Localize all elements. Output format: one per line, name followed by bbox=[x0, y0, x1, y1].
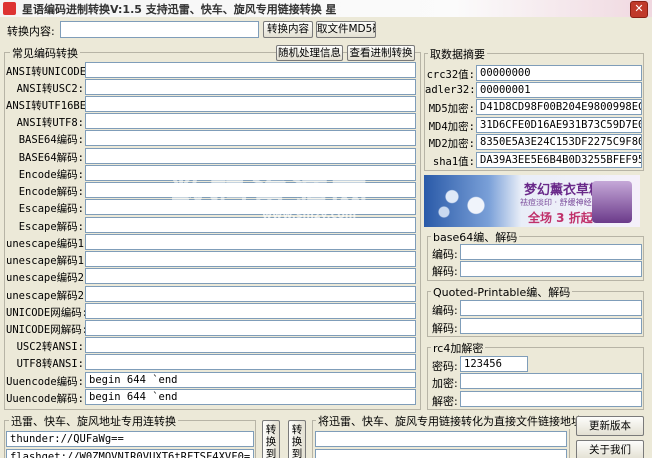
base64-decode-label: 解码: bbox=[432, 265, 458, 278]
qp-encode-field[interactable] bbox=[460, 300, 642, 316]
encoding-row-label: unescape解码1: bbox=[6, 255, 91, 267]
bottle-image bbox=[592, 181, 632, 223]
encoding-row-field[interactable] bbox=[85, 130, 416, 146]
digest-row-label: sha1值: bbox=[432, 156, 475, 168]
digest-row-field[interactable]: D41D8CD98F00B204E9800998ECF8427E bbox=[476, 99, 642, 115]
rc4-encrypt-label: 加密: bbox=[432, 377, 458, 390]
encoding-row-field[interactable] bbox=[85, 286, 416, 302]
encoding-row-field[interactable] bbox=[85, 113, 416, 129]
encoding-row-label: BASE64解码: bbox=[18, 152, 84, 164]
encoding-row-field[interactable] bbox=[85, 251, 416, 267]
thunder-title: 迅雷、快车、旋风地址专用连转换 bbox=[9, 413, 178, 429]
encoding-row-field[interactable] bbox=[85, 337, 416, 353]
quoted-printable-title: Quoted-Printable编、解码 bbox=[431, 284, 573, 300]
encoding-row-label: Uuencode解码: bbox=[6, 393, 84, 405]
encoding-row-label: ANSI转UTF16BE: bbox=[6, 100, 93, 112]
base64-title: base64编、解码 bbox=[431, 229, 520, 245]
qp-encode-label: 编码: bbox=[432, 304, 458, 317]
qp-decode-label: 解码: bbox=[432, 322, 458, 335]
digest-row-label: crc32值: bbox=[426, 69, 475, 81]
encoding-row-field[interactable]: begin 644 `end bbox=[85, 389, 416, 405]
to-special-button[interactable]: 转换到专用 bbox=[262, 420, 280, 458]
app-window: 星语编码进制转换V:1.5 支持迅雷、快车、旋风专用链接转换 星 ✕ 转换内容:… bbox=[0, 0, 652, 458]
digest-row-label: MD2加密: bbox=[428, 138, 475, 150]
encoding-row-label: ANSI转UTF8: bbox=[16, 117, 84, 129]
encoding-row-field[interactable] bbox=[85, 79, 416, 95]
encoding-row-label: Escape编码: bbox=[18, 203, 84, 215]
encoding-row-field[interactable] bbox=[85, 148, 416, 164]
digest-row-label: adler32: bbox=[425, 84, 476, 96]
base64-encode-label: 编码: bbox=[432, 248, 458, 261]
encoding-row-label: ANSI转USC2: bbox=[16, 83, 84, 95]
encoding-row-label: UNICODE网编码: bbox=[6, 307, 89, 319]
digest-row-field[interactable]: 00000000 bbox=[476, 65, 642, 81]
encoding-row-label: unescape编码2: bbox=[6, 272, 91, 284]
encoding-row-field[interactable] bbox=[85, 62, 416, 78]
convert-content-button[interactable]: 转换内容 bbox=[263, 21, 313, 38]
convert-content-input[interactable] bbox=[60, 21, 259, 38]
encoding-row-label: UTF8转ANSI: bbox=[16, 358, 84, 370]
encoding-row-label: Uuencode编码: bbox=[6, 376, 84, 388]
encoding-row-field[interactable] bbox=[85, 234, 416, 250]
encoding-row-label: unescape解码2: bbox=[6, 290, 91, 302]
to-normal-button[interactable]: 转换到普通 bbox=[288, 420, 306, 458]
encoding-row-label: unescape编码1: bbox=[6, 238, 91, 250]
base64-decode-field[interactable] bbox=[460, 261, 642, 277]
rc4-password-label: 密码: bbox=[432, 360, 458, 373]
digest-row-field[interactable]: 31D6CFE0D16AE931B73C59D7E0C089C0 bbox=[476, 117, 642, 133]
app-icon bbox=[3, 2, 16, 15]
direct-link-title: 将迅雷、快车、旋风专用链接转化为直接文件链接地址 bbox=[316, 413, 584, 429]
encoding-row-label: Encode解码: bbox=[18, 186, 84, 198]
flashget-field[interactable]: flashget://W0ZMQVNIR0VUXT6tRFTSF4XVF0= bbox=[6, 449, 254, 458]
common-encoding-title: 常见编码转换 bbox=[10, 45, 80, 61]
direct-link-field-2[interactable] bbox=[315, 449, 567, 458]
ad-banner[interactable]: 梦幻薰衣草精油 祛痘淡印 · 舒缓神经 · 安眠助眠 全场 3 折起 bbox=[424, 175, 640, 227]
encoding-row-field[interactable] bbox=[85, 303, 416, 319]
rc4-decrypt-label: 解密: bbox=[432, 395, 458, 408]
thunder-field[interactable]: thunder://QUFaWg== bbox=[6, 431, 254, 447]
encoding-row-field[interactable] bbox=[85, 320, 416, 336]
close-icon[interactable]: ✕ bbox=[630, 1, 648, 18]
digest-row-field[interactable]: 00000001 bbox=[476, 82, 642, 98]
encoding-row-label: Escape解码: bbox=[18, 221, 84, 233]
rc4-password-field[interactable]: 123456 bbox=[460, 356, 528, 372]
file-md5-button[interactable]: 取文件MD5码 bbox=[316, 21, 376, 38]
digest-row-label: MD4加密: bbox=[428, 121, 475, 133]
base64-encode-field[interactable] bbox=[460, 244, 642, 260]
encoding-row-field[interactable] bbox=[85, 268, 416, 284]
direct-link-field-1[interactable] bbox=[315, 431, 567, 447]
digest-row-label: MD5加密: bbox=[428, 103, 475, 115]
random-info-button[interactable]: 随机处理信息 bbox=[276, 45, 343, 61]
ad-promo: 全场 3 折起 bbox=[528, 211, 593, 225]
window-title: 星语编码进制转换V:1.5 支持迅雷、快车、旋风专用链接转换 星 bbox=[22, 3, 337, 16]
digest-title: 取数据摘要 bbox=[428, 46, 487, 62]
view-radix-button[interactable]: 查看进制转换 bbox=[347, 45, 415, 61]
watermark-url: www.smzy.com bbox=[262, 208, 357, 221]
encoding-row-field[interactable] bbox=[85, 96, 416, 112]
update-version-button[interactable]: 更新版本 bbox=[576, 416, 644, 436]
lavender-image bbox=[428, 179, 508, 223]
digest-row-field[interactable]: 8350E5A3E24C153DF2275C9F80692773 bbox=[476, 134, 642, 150]
about-us-button[interactable]: 关于我们 bbox=[576, 440, 644, 458]
rc4-encrypt-field[interactable] bbox=[460, 373, 642, 389]
encoding-row-label: Encode编码: bbox=[18, 169, 84, 181]
encoding-row-label: USC2转ANSI: bbox=[16, 341, 84, 353]
encoding-row-label: ANSI转UNICODE: bbox=[6, 66, 93, 78]
title-bar: 星语编码进制转换V:1.5 支持迅雷、快车、旋风专用链接转换 星 ✕ bbox=[0, 0, 652, 18]
qp-decode-field[interactable] bbox=[460, 318, 642, 334]
encoding-row-label: BASE64编码: bbox=[18, 134, 84, 146]
rc4-title: rc4加解密 bbox=[431, 340, 486, 356]
encoding-row-field[interactable]: begin 644 `end bbox=[85, 372, 416, 388]
encoding-row-label: UNICODE网解码: bbox=[6, 324, 89, 336]
convert-content-label: 转换内容: bbox=[7, 25, 55, 38]
digest-row-field[interactable]: DA39A3EE5E6B4B0D3255BFEF95601890A bbox=[476, 152, 642, 168]
rc4-decrypt-field[interactable] bbox=[460, 391, 642, 407]
encoding-row-field[interactable] bbox=[85, 354, 416, 370]
